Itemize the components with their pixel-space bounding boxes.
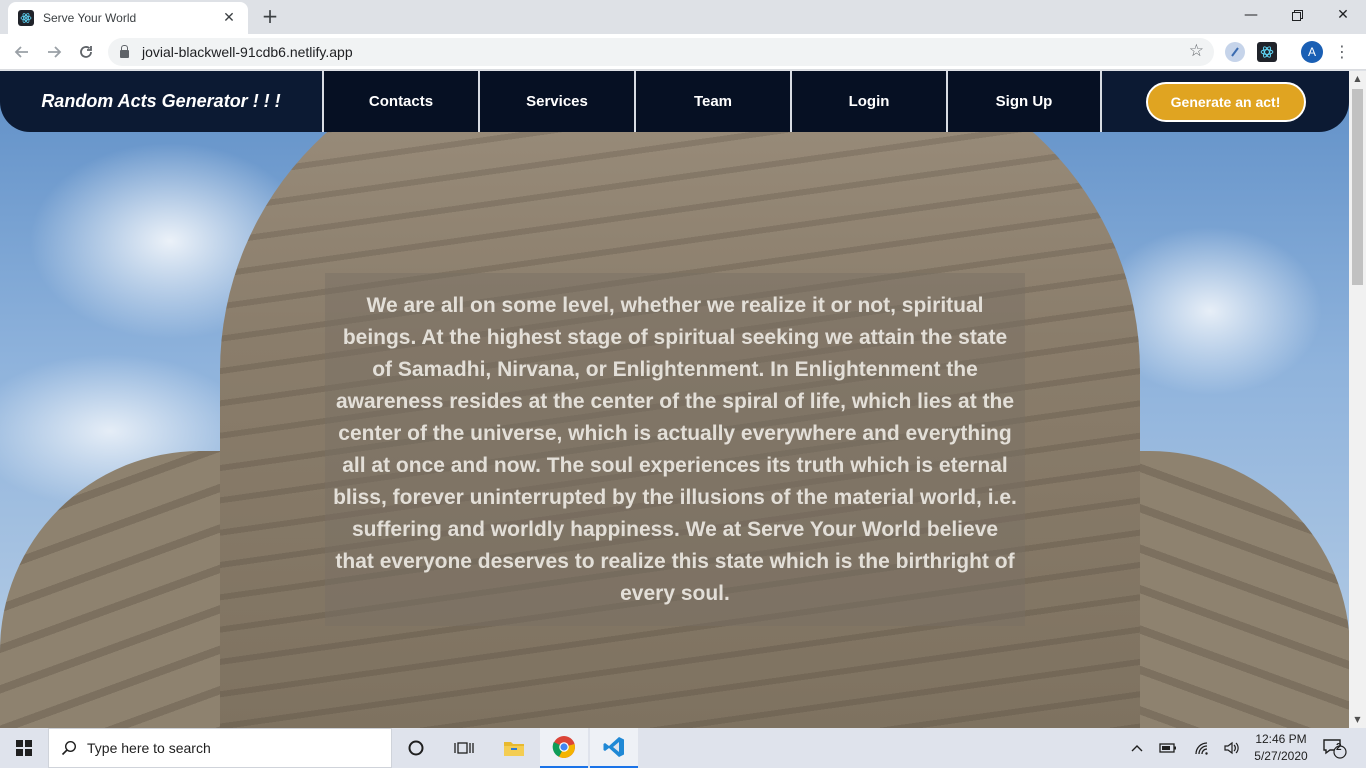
battery-icon[interactable] (1158, 728, 1178, 768)
nav-link-services[interactable]: Services (478, 71, 634, 132)
mission-quote: We are all on some level, whether we rea… (333, 293, 1017, 605)
file-explorer-icon[interactable] (490, 728, 538, 768)
mission-quote-box: We are all on some level, whether we rea… (325, 273, 1025, 626)
react-devtools-icon[interactable] (1257, 42, 1277, 62)
browser-toolbar: jovial-blackwell-91cdb6.netlify.app ☆ A … (0, 34, 1366, 70)
chrome-taskbar-icon[interactable] (540, 728, 588, 768)
search-placeholder: Type here to search (87, 740, 211, 756)
windows-logo-icon (16, 740, 32, 756)
site-brand[interactable]: Random Acts Generator ! ! ! (0, 71, 322, 132)
nav-link-team[interactable]: Team (634, 71, 790, 132)
taskbar-search[interactable]: Type here to search (48, 728, 392, 768)
show-hidden-icons-icon[interactable] (1128, 728, 1146, 768)
scroll-down-icon[interactable]: ▼ (1352, 715, 1363, 725)
nav-link-contacts[interactable]: Contacts (322, 71, 478, 132)
close-tab-icon[interactable]: ✕ (220, 10, 238, 26)
volume-icon[interactable] (1222, 728, 1242, 768)
vscode-taskbar-icon[interactable] (590, 728, 638, 768)
profile-avatar[interactable]: A (1301, 41, 1323, 63)
lock-icon (120, 45, 129, 58)
browser-tab[interactable]: Serve Your World ✕ (8, 2, 248, 34)
forward-icon[interactable] (42, 40, 66, 64)
scroll-thumb[interactable] (1352, 89, 1363, 285)
close-window-icon[interactable]: ✕ (1320, 0, 1366, 30)
search-icon (61, 740, 77, 756)
nav-link-login[interactable]: Login (790, 71, 946, 132)
generate-act-button[interactable]: Generate an act! (1145, 81, 1306, 122)
taskbar-clock[interactable]: 12:46 PM 5/27/2020 (1248, 731, 1314, 765)
tab-title: Serve Your World (43, 11, 137, 25)
cta-container: Generate an act! (1102, 71, 1349, 132)
browser-menu-icon[interactable]: ⋮ (1334, 41, 1350, 63)
cortana-icon[interactable] (392, 728, 440, 768)
page-viewport: Random Acts Generator ! ! ! Contacts Ser… (0, 71, 1349, 728)
clock-date: 5/27/2020 (1254, 749, 1308, 763)
extension-icon[interactable] (1225, 42, 1245, 62)
reload-icon[interactable] (74, 40, 98, 64)
start-button[interactable] (0, 728, 48, 768)
bookmark-star-icon[interactable]: ☆ (1189, 41, 1204, 61)
restore-icon[interactable] (1274, 0, 1320, 30)
windows-taskbar: Type here to search 12:46 PM 5/27/2020 2 (0, 728, 1366, 768)
tab-strip: Serve Your World ✕ + — ✕ (0, 0, 1366, 34)
clock-time: 12:46 PM (1255, 732, 1307, 746)
scroll-up-icon[interactable]: ▲ (1352, 74, 1363, 84)
site-navbar: Random Acts Generator ! ! ! Contacts Ser… (0, 71, 1349, 132)
url-text: jovial-blackwell-91cdb6.netlify.app (142, 44, 353, 60)
page-scrollbar[interactable]: ▲ ▼ (1349, 71, 1366, 728)
minimize-icon[interactable]: — (1228, 0, 1274, 30)
address-bar[interactable]: jovial-blackwell-91cdb6.netlify.app ☆ (108, 38, 1214, 66)
wifi-icon[interactable] (1192, 728, 1212, 768)
react-favicon-icon (18, 10, 34, 26)
task-view-icon[interactable] (440, 728, 488, 768)
new-tab-icon[interactable]: + (258, 4, 282, 28)
notification-count: 2 (1336, 742, 1342, 753)
nav-link-signup[interactable]: Sign Up (946, 71, 1102, 132)
notification-center-icon[interactable]: 2 (1320, 728, 1350, 768)
back-icon[interactable] (10, 40, 34, 64)
